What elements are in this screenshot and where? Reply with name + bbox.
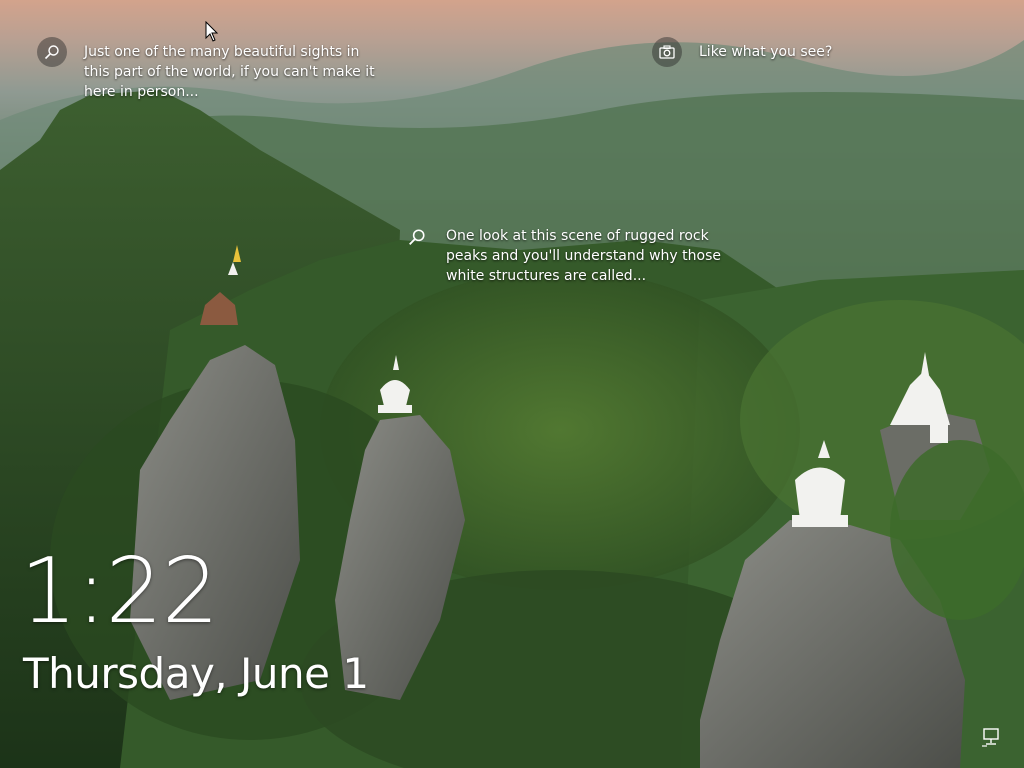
- magnifier-icon: [404, 224, 430, 250]
- spotlight-hotspot-info[interactable]: Just one of the many beautiful sights in…: [37, 37, 384, 102]
- spotlight-like-label: Like what you see?: [699, 44, 833, 60]
- magnifier-icon: [37, 37, 67, 67]
- spotlight-caption: One look at this scene of rugged rock pe…: [446, 228, 721, 284]
- spotlight-like-prompt[interactable]: Like what you see?: [652, 37, 832, 67]
- camera-icon: [652, 37, 682, 67]
- spotlight-hotspot-info[interactable]: One look at this scene of rugged rock pe…: [404, 224, 736, 286]
- lockscreen-date: Thursday, June 1: [23, 649, 369, 698]
- lockscreen-time: 1:22: [20, 539, 219, 644]
- mouse-cursor-icon: [205, 21, 219, 42]
- spotlight-caption: Just one of the many beautiful sights in…: [84, 44, 375, 100]
- network-icon[interactable]: [981, 727, 1003, 747]
